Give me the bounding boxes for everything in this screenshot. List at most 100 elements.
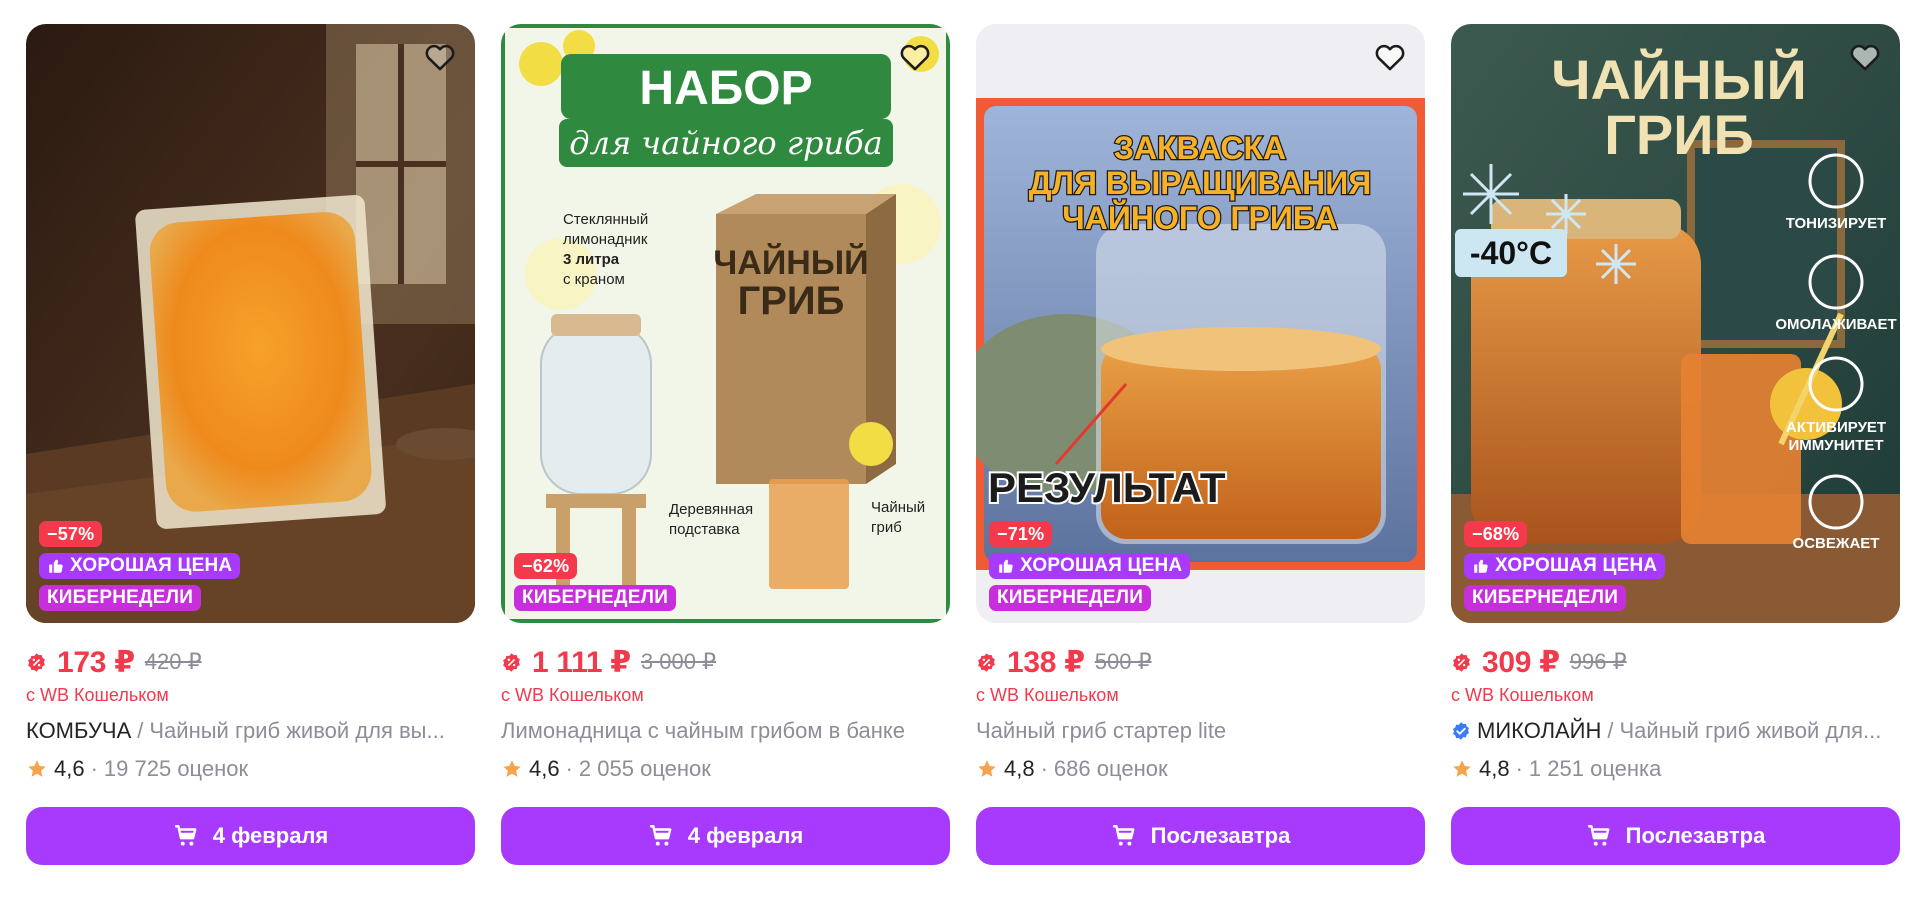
image-text-box-1: ЧАЙНЫЙ xyxy=(713,243,868,282)
image-text-benefit-4: ИММУНИТЕТ xyxy=(1788,437,1883,454)
lemonade-set-photo: НАБОР для чайного гриба Стеклянный лимон… xyxy=(501,24,950,623)
heart-icon xyxy=(1850,44,1880,71)
product-grid: −57% ХОРОШАЯ ЦЕНА КИБЕРНЕДЕЛИ 173 ₽ 420 … xyxy=(26,24,1900,865)
wallet-discount-icon xyxy=(28,652,45,672)
product-image[interactable]: ЧАЙНЫЙ ГРИБ -40°C ТОНИЗИРУЕТ ОМОЛАЖИВАЕТ… xyxy=(1451,24,1900,623)
image-text-result: РЕЗУЛЬТАТ xyxy=(988,464,1226,511)
add-to-cart-button[interactable]: Послезавтра xyxy=(1451,807,1900,865)
image-text-glass-3: 3 литра xyxy=(563,251,620,268)
favorite-button[interactable] xyxy=(1371,38,1409,76)
price: 138 ₽ xyxy=(1007,645,1085,679)
favorite-button[interactable] xyxy=(1846,38,1884,76)
favorite-button[interactable] xyxy=(421,38,459,76)
image-text-glass-2: лимонадник xyxy=(563,231,648,248)
product-name: Чайный гриб живой для... xyxy=(1619,718,1882,743)
price: 173 ₽ xyxy=(57,645,135,679)
cart-icon xyxy=(649,825,672,846)
badges: −62% КИБЕРНЕДЕЛИ xyxy=(514,553,677,611)
image-text-box-2: ГРИБ xyxy=(738,279,845,323)
image-text-set: НАБОР xyxy=(639,62,812,115)
product-card[interactable]: ЧАЙНЫЙ ГРИБ -40°C ТОНИЗИРУЕТ ОМОЛАЖИВАЕТ… xyxy=(1451,24,1900,865)
image-text-headline-1: ЧАЙНЫЙ xyxy=(1551,48,1807,111)
wallet-note: с WB Кошельком xyxy=(1451,685,1594,705)
product-title[interactable]: КОМБУЧА / Чайный гриб живой для вы... xyxy=(26,717,475,745)
good-price-label: ХОРОШАЯ ЦЕНА xyxy=(70,555,233,576)
product-image[interactable]: −57% ХОРОШАЯ ЦЕНА КИБЕРНЕДЕЛИ xyxy=(26,24,475,623)
price: 309 ₽ xyxy=(1482,645,1560,679)
add-to-cart-button[interactable]: 4 февраля xyxy=(26,807,475,865)
discount-badge: −71% xyxy=(989,521,1053,547)
product-title[interactable]: Чайный гриб стартер lite xyxy=(976,717,1425,745)
old-price: 500 ₽ xyxy=(1094,649,1152,674)
rating-value: 4,6 xyxy=(529,756,560,781)
good-price-badge: ХОРОШАЯ ЦЕНА xyxy=(39,553,241,579)
price-row: 138 ₽ 500 ₽ xyxy=(976,645,1425,679)
product-title[interactable]: Лимонадница с чайным грибом в банке xyxy=(501,717,950,745)
product-name: Чайный гриб живой для вы... xyxy=(149,718,445,743)
rating-dot: · xyxy=(1040,756,1048,781)
old-price: 996 ₽ xyxy=(1569,649,1627,674)
product-card[interactable]: ЗАКВАСКА ДЛЯ ВЫРАЩИВАНИЯ ЧАЙНОГО ГРИБА Р… xyxy=(976,24,1425,865)
product-image[interactable]: ЗАКВАСКА ДЛЯ ВЫРАЩИВАНИЯ ЧАЙНОГО ГРИБА Р… xyxy=(976,24,1425,623)
rating: 4,8 · 1 251 оценка xyxy=(1451,755,1900,783)
image-text-glass-1: Стеклянный xyxy=(563,211,648,228)
image-text-headline-2: ДЛЯ ВЫРАЩИВАНИЯ xyxy=(1029,165,1372,201)
add-to-cart-button[interactable]: 4 февраля xyxy=(501,807,950,865)
title-separator: / xyxy=(137,718,144,743)
rating: 4,6 · 19 725 оценок xyxy=(26,755,475,783)
image-text-headline-1: ЗАКВАСКА xyxy=(1114,130,1286,166)
delivery-date: 4 февраля xyxy=(687,823,804,848)
star-icon xyxy=(28,760,46,777)
thumbs-up-icon xyxy=(49,559,63,573)
image-text-set-sub: для чайного гриба xyxy=(569,124,882,162)
cart-icon xyxy=(1112,825,1135,846)
good-price-badge: ХОРОШАЯ ЦЕНА xyxy=(1464,553,1666,579)
product-card[interactable]: НАБОР для чайного гриба Стеклянный лимон… xyxy=(501,24,950,865)
cyber-week-badge: КИБЕРНЕДЕЛИ xyxy=(514,585,677,611)
favorite-button[interactable] xyxy=(896,38,934,76)
image-text-glass-4: с краном xyxy=(563,271,625,288)
delivery-date: Послезавтра xyxy=(1625,823,1766,848)
title-separator: / xyxy=(1607,718,1614,743)
star-icon xyxy=(503,760,521,777)
thumbs-up-icon xyxy=(999,559,1013,573)
image-text-headline-2: ГРИБ xyxy=(1604,103,1754,166)
rating-dot: · xyxy=(565,756,573,781)
wallet-discount-icon xyxy=(1453,652,1470,672)
product-name: Чайный гриб стартер lite xyxy=(976,718,1227,743)
cyber-week-badge: КИБЕРНЕДЕЛИ xyxy=(39,585,202,611)
rating-value: 4,6 xyxy=(54,756,85,781)
verified-badge-icon xyxy=(1453,722,1469,740)
wallet-discount-icon xyxy=(978,652,995,672)
review-count[interactable]: 1 251 оценка xyxy=(1529,756,1661,782)
rating-value: 4,8 xyxy=(1004,756,1035,781)
cart-icon xyxy=(174,825,197,846)
badges: −68% ХОРОШАЯ ЦЕНА КИБЕРНЕДЕЛИ xyxy=(1464,521,1666,611)
wallet-note: с WB Кошельком xyxy=(976,685,1119,705)
price-row: 309 ₽ 996 ₽ xyxy=(1451,645,1900,679)
image-text-benefit-1: ТОНИЗИРУЕТ xyxy=(1786,215,1887,232)
wallet-note: с WB Кошельком xyxy=(26,685,169,705)
old-price: 3 000 ₽ xyxy=(640,649,717,674)
review-count[interactable]: 2 055 оценок xyxy=(579,756,711,782)
star-icon xyxy=(1453,760,1471,777)
star-icon xyxy=(978,760,996,777)
add-to-cart-button[interactable]: Послезавтра xyxy=(976,807,1425,865)
badges: −57% ХОРОШАЯ ЦЕНА КИБЕРНЕДЕЛИ xyxy=(39,521,241,611)
review-count[interactable]: 686 оценок xyxy=(1054,756,1168,782)
heart-icon xyxy=(1375,44,1405,71)
heart-icon xyxy=(900,44,930,71)
good-price-label: ХОРОШАЯ ЦЕНА xyxy=(1495,555,1658,576)
product-image[interactable]: НАБОР для чайного гриба Стеклянный лимон… xyxy=(501,24,950,623)
wallet-discount-icon xyxy=(503,652,520,672)
product-card[interactable]: −57% ХОРОШАЯ ЦЕНА КИБЕРНЕДЕЛИ 173 ₽ 420 … xyxy=(26,24,475,865)
product-title[interactable]: МИКОЛАЙН / Чайный гриб живой для... xyxy=(1451,717,1900,745)
price-row: 173 ₽ 420 ₽ xyxy=(26,645,475,679)
rating-dot: · xyxy=(90,756,98,781)
cyber-week-badge: КИБЕРНЕДЕЛИ xyxy=(989,585,1152,611)
image-text-benefit-2: ОМОЛАЖИВАЕТ xyxy=(1775,316,1896,333)
image-text-stand-2: подставка xyxy=(669,521,740,538)
price-row: 1 111 ₽ 3 000 ₽ xyxy=(501,645,950,679)
review-count[interactable]: 19 725 оценок xyxy=(104,756,248,782)
price: 1 111 ₽ xyxy=(532,645,631,679)
